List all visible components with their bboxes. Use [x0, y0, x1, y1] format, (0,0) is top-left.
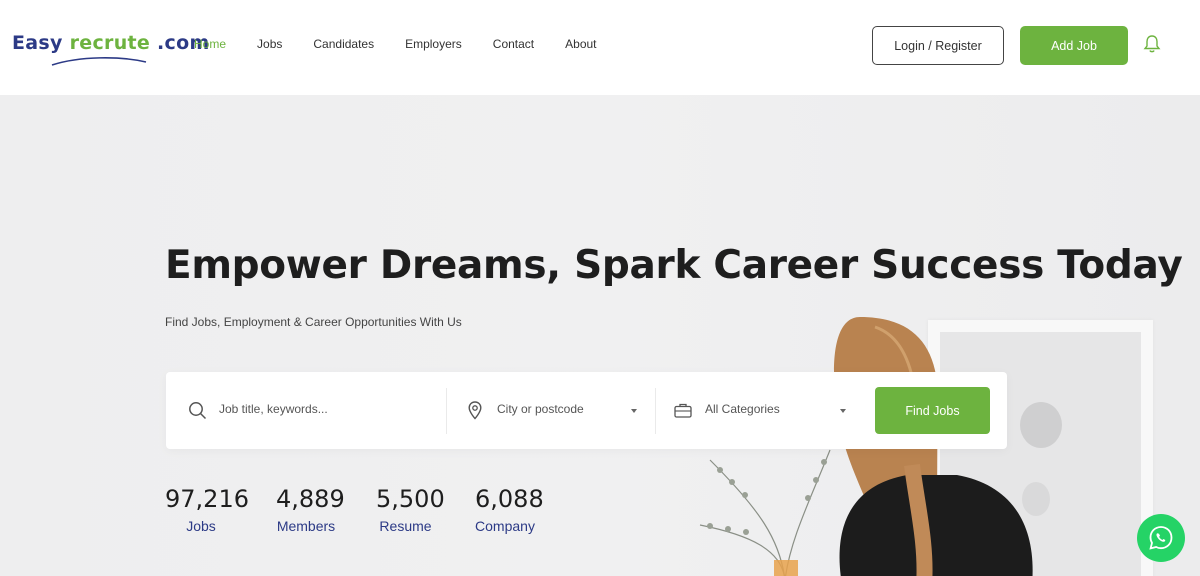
- main-nav: Home Jobs Candidates Employers Contact A…: [194, 37, 628, 51]
- find-jobs-button[interactable]: Find Jobs: [875, 387, 990, 434]
- location-pin-icon: [468, 401, 482, 420]
- nav-item-about[interactable]: About: [565, 37, 596, 51]
- woman-image: [839, 464, 1033, 576]
- whatsapp-icon: [1149, 526, 1173, 550]
- nav-item-employers[interactable]: Employers: [405, 37, 462, 51]
- add-job-button[interactable]: Add Job: [1020, 26, 1128, 65]
- bell-icon[interactable]: [1143, 34, 1161, 54]
- stat-company: 6,088 Company: [475, 485, 544, 534]
- hero-title: Empower Dreams, Spark Career Success Tod…: [165, 243, 1183, 288]
- nav-item-candidates[interactable]: Candidates: [313, 37, 374, 51]
- chevron-down-icon[interactable]: [631, 409, 637, 413]
- whatsapp-chat-button[interactable]: [1137, 514, 1185, 562]
- site-header: Easy recrute .com Home Jobs Candidates E…: [0, 0, 1200, 95]
- keywords-input[interactable]: Job title, keywords...: [219, 402, 328, 416]
- login-register-button[interactable]: Login / Register: [872, 26, 1004, 65]
- nav-item-jobs[interactable]: Jobs: [257, 37, 282, 51]
- search-divider: [655, 388, 656, 434]
- stat-label: Members: [276, 518, 336, 534]
- search-divider: [446, 388, 447, 434]
- search-icon: [189, 402, 207, 420]
- chevron-down-icon[interactable]: [840, 409, 846, 413]
- logo-swoosh-icon: [51, 57, 147, 66]
- stat-value: 5,500: [376, 485, 445, 513]
- stat-value: 97,216: [165, 485, 249, 513]
- nav-item-home[interactable]: Home: [194, 37, 226, 51]
- stat-jobs: 97,216 Jobs: [165, 485, 249, 534]
- stat-label: Company: [475, 518, 535, 534]
- stats-row: 97,216 Jobs 4,889 Members 5,500 Resume 6…: [165, 485, 544, 534]
- stat-value: 6,088: [475, 485, 544, 513]
- site-logo[interactable]: Easy recrute .com: [12, 32, 209, 72]
- stat-resume: 5,500 Resume: [376, 485, 445, 534]
- job-search-bar: Job title, keywords... City or postcode …: [166, 372, 1007, 449]
- logo-word-easy: Easy: [12, 32, 63, 54]
- briefcase-icon: [674, 403, 692, 418]
- nav-item-contact[interactable]: Contact: [493, 37, 534, 51]
- location-select[interactable]: City or postcode: [497, 402, 584, 416]
- stat-members: 4,889 Members: [276, 485, 345, 534]
- hero-section: Empower Dreams, Spark Career Success Tod…: [0, 95, 1200, 576]
- stat-label: Jobs: [186, 518, 216, 534]
- stat-value: 4,889: [276, 485, 345, 513]
- stat-label: Resume: [379, 518, 432, 534]
- logo-word-recrute: recrute: [69, 32, 151, 54]
- hero-subtitle: Find Jobs, Employment & Career Opportuni…: [165, 315, 462, 329]
- category-select[interactable]: All Categories: [705, 402, 780, 416]
